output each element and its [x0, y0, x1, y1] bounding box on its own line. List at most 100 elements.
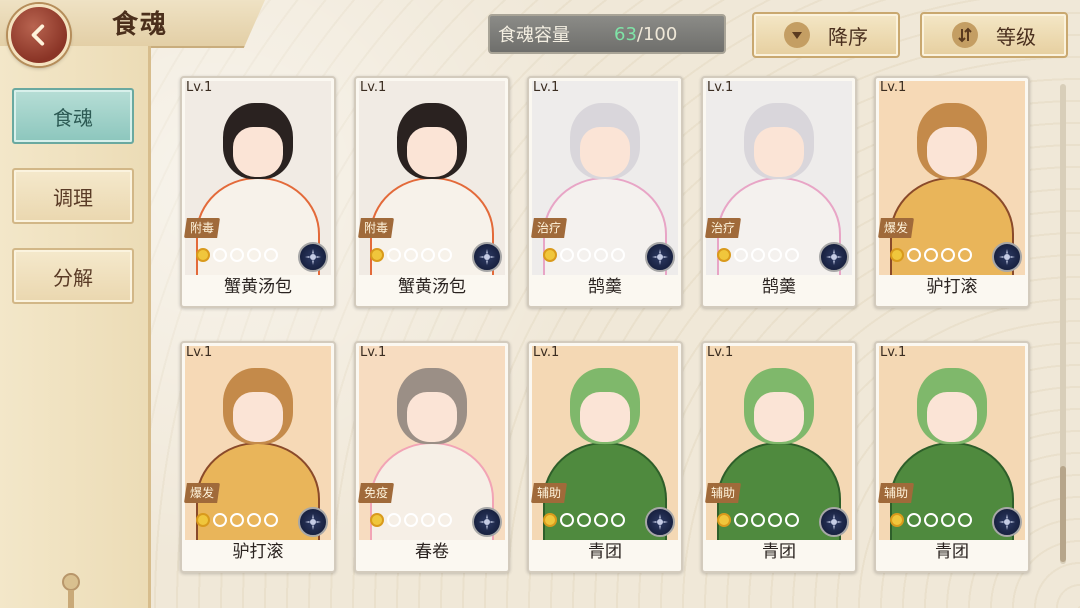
- star-icon: [611, 513, 625, 527]
- element-emblem-icon: [645, 242, 675, 272]
- star-icon: [560, 248, 574, 262]
- role-tag: 辅助: [878, 483, 914, 503]
- sidebar-item-shihun[interactable]: 食魂: [12, 88, 134, 144]
- star-icon: [213, 248, 227, 262]
- card-level: Lv.1: [360, 345, 387, 360]
- sidebar-item-label: 分解: [53, 265, 93, 290]
- food-soul-card[interactable]: Lv.1 辅助 青团: [701, 341, 857, 573]
- star-icon: [717, 248, 731, 262]
- star-icon: [230, 513, 244, 527]
- element-emblem-icon: [298, 507, 328, 537]
- star-icon: [560, 513, 574, 527]
- card-name: 鹄羹: [762, 277, 796, 297]
- sidebar-item-tiaoli[interactable]: 调理: [12, 168, 134, 224]
- card-level: Lv.1: [880, 80, 907, 95]
- card-level: Lv.1: [186, 80, 213, 95]
- card-name: 驴打滚: [926, 277, 978, 297]
- star-icon: [247, 248, 261, 262]
- food-soul-card[interactable]: Lv.1 爆发 驴打滚: [180, 341, 336, 573]
- back-button[interactable]: [8, 4, 70, 66]
- star-icon: [941, 248, 955, 262]
- sort-type-button[interactable]: 等级: [920, 12, 1068, 58]
- card-name: 春卷: [415, 542, 449, 562]
- scrollbar[interactable]: [1060, 84, 1066, 564]
- star-icon: [438, 248, 452, 262]
- star-icon: [890, 248, 904, 262]
- card-name: 驴打滚: [232, 542, 284, 562]
- star-icon: [924, 248, 938, 262]
- star-icon: [404, 248, 418, 262]
- sort-arrows-icon: [952, 22, 978, 48]
- role-tag: 爆发: [184, 483, 220, 503]
- element-emblem-icon: [645, 507, 675, 537]
- element-emblem-icon: [298, 242, 328, 272]
- element-emblem-icon: [472, 242, 502, 272]
- card-name: 蟹黄汤包: [398, 277, 466, 297]
- star-icon: [213, 513, 227, 527]
- star-icon: [196, 248, 210, 262]
- star-rating: [196, 248, 278, 262]
- card-level: Lv.1: [880, 345, 907, 360]
- card-name: 青团: [762, 542, 796, 562]
- sort-order-label: 降序: [828, 24, 868, 49]
- star-icon: [387, 513, 401, 527]
- star-icon: [404, 513, 418, 527]
- star-icon: [421, 248, 435, 262]
- star-icon: [907, 513, 921, 527]
- star-icon: [387, 248, 401, 262]
- sidebar-item-label: 食魂: [53, 105, 93, 130]
- sidebar-item-fenjie[interactable]: 分解: [12, 248, 134, 304]
- star-icon: [785, 248, 799, 262]
- role-tag: 治疗: [531, 218, 567, 238]
- role-tag: 治疗: [705, 218, 741, 238]
- tassel-ornament-icon: [62, 573, 80, 608]
- card-name: 青团: [588, 542, 622, 562]
- capacity-max: /100: [636, 23, 678, 45]
- sidebar: 食魂 调理 分解: [0, 46, 151, 608]
- role-tag: 辅助: [705, 483, 741, 503]
- star-icon: [370, 513, 384, 527]
- scrollbar-thumb[interactable]: [1060, 466, 1066, 562]
- star-icon: [594, 248, 608, 262]
- sort-order-button[interactable]: 降序: [752, 12, 900, 58]
- food-soul-card[interactable]: Lv.1 爆发 驴打滚: [874, 76, 1030, 308]
- star-icon: [438, 513, 452, 527]
- star-rating: [196, 513, 278, 527]
- element-emblem-icon: [819, 507, 849, 537]
- star-icon: [543, 513, 557, 527]
- card-level: Lv.1: [533, 80, 560, 95]
- element-emblem-icon: [819, 242, 849, 272]
- star-icon: [264, 513, 278, 527]
- card-name: 鹄羹: [588, 277, 622, 297]
- page-title: 食魂: [112, 10, 169, 40]
- star-icon: [924, 513, 938, 527]
- star-icon: [941, 513, 955, 527]
- star-icon: [907, 248, 921, 262]
- star-icon: [370, 248, 384, 262]
- card-level: Lv.1: [360, 80, 387, 95]
- food-soul-card[interactable]: Lv.1 辅助青团: [874, 341, 1030, 573]
- card-level: Lv.1: [707, 80, 734, 95]
- element-emblem-icon: [992, 242, 1022, 272]
- star-icon: [196, 513, 210, 527]
- star-icon: [594, 513, 608, 527]
- star-rating: [717, 248, 799, 262]
- food-soul-card[interactable]: Lv.1 辅助 青团: [527, 341, 683, 573]
- card-level: Lv.1: [533, 345, 560, 360]
- food-soul-card[interactable]: Lv.1 治疗鹄羹: [527, 76, 683, 308]
- star-icon: [717, 513, 731, 527]
- role-tag: 附毒: [184, 218, 220, 238]
- food-soul-card[interactable]: Lv.1 附毒 蟹黄汤包: [180, 76, 336, 308]
- star-icon: [247, 513, 261, 527]
- triangle-down-icon: [784, 22, 810, 48]
- star-icon: [577, 513, 591, 527]
- card-name: 青团: [935, 542, 969, 562]
- role-tag: 免疫: [358, 483, 394, 503]
- food-soul-card[interactable]: Lv.1 附毒 蟹黄汤包: [354, 76, 510, 308]
- food-soul-card[interactable]: Lv.1 免疫春卷: [354, 341, 510, 573]
- star-icon: [734, 248, 748, 262]
- star-rating: [370, 248, 452, 262]
- food-soul-card[interactable]: Lv.1 治疗鹄羹: [701, 76, 857, 308]
- star-icon: [958, 248, 972, 262]
- sidebar-item-label: 调理: [53, 185, 93, 210]
